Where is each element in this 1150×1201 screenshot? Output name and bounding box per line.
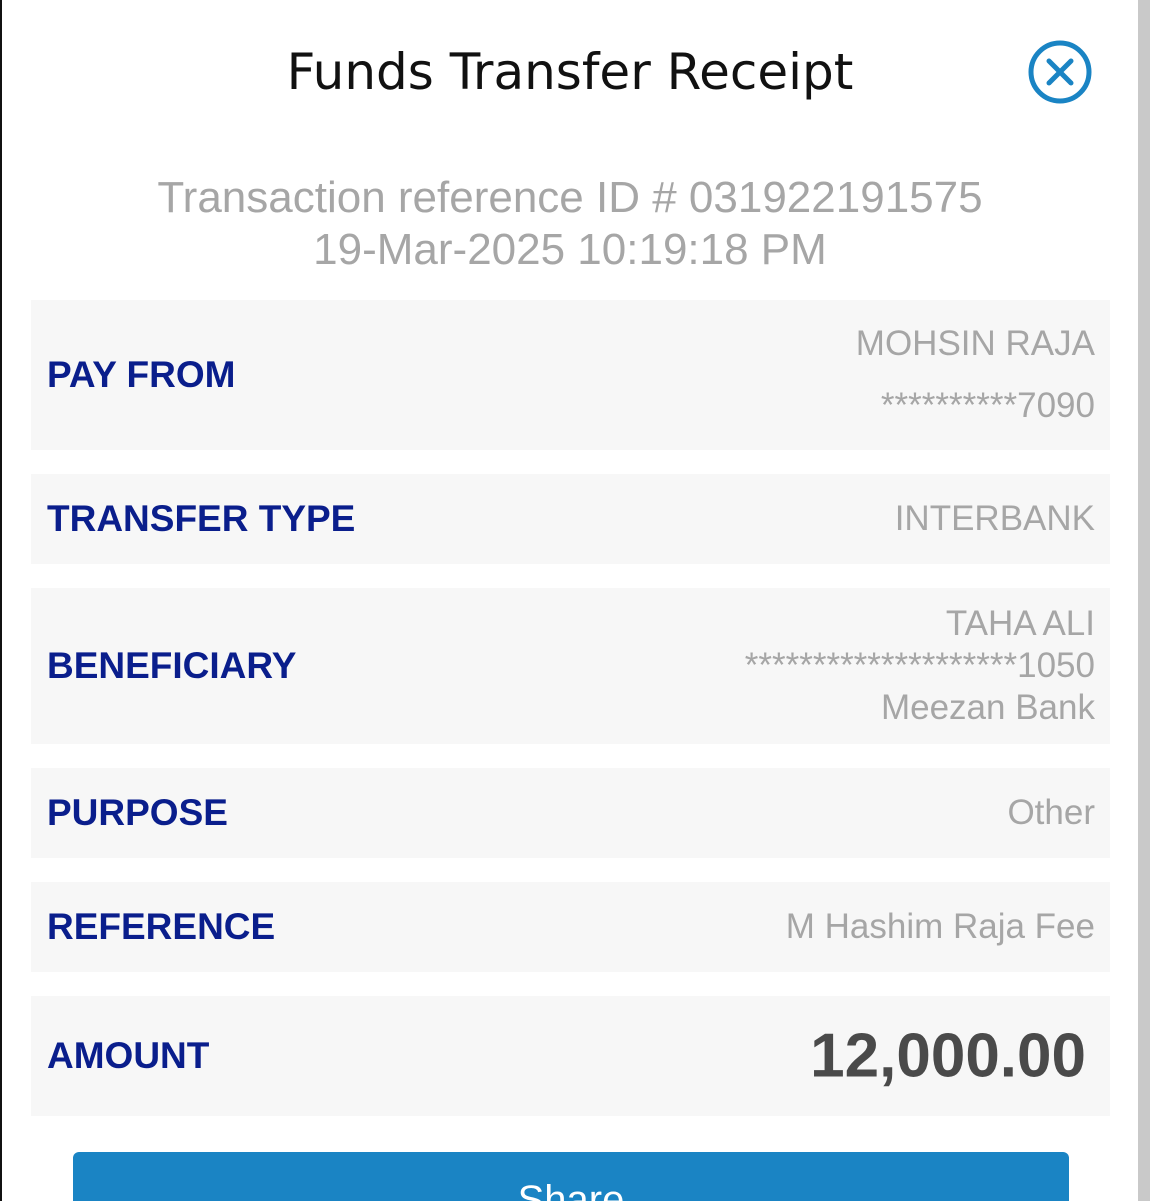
reference-row: REFERENCE M Hashim Raja Fee	[31, 882, 1110, 972]
transaction-reference: Transaction reference ID # 031922191575	[157, 173, 983, 222]
amount-value: 12,000.00	[810, 1021, 1086, 1091]
beneficiary-name: TAHA ALI	[945, 604, 1095, 643]
purpose-value: Other	[1007, 793, 1095, 832]
transfer-type-row: TRANSFER TYPE INTERBANK	[31, 474, 1110, 564]
transaction-datetime: 19-Mar-2025 10:19:18 PM	[313, 225, 827, 274]
beneficiary-account: ********************1050	[744, 646, 1095, 685]
share-button-label: Share	[517, 1178, 625, 1201]
pay-from-value: MOHSIN RAJA **********7090	[856, 324, 1095, 426]
close-circle-icon	[1028, 40, 1092, 104]
transaction-info: Transaction reference ID # 031922191575 …	[0, 172, 1140, 276]
purpose-row: PURPOSE Other	[31, 768, 1110, 858]
share-button[interactable]: Share	[73, 1152, 1069, 1201]
close-button[interactable]	[1028, 40, 1092, 104]
transfer-type-value: INTERBANK	[894, 499, 1095, 538]
pay-from-account: **********7090	[880, 386, 1095, 425]
amount-row: AMOUNT 12,000.00	[31, 996, 1110, 1116]
beneficiary-row: BENEFICIARY TAHA ALI *******************…	[31, 588, 1110, 744]
reference-value: M Hashim Raja Fee	[785, 907, 1095, 946]
amount-label: AMOUNT	[47, 1035, 210, 1076]
pay-from-row: PAY FROM MOHSIN RAJA **********7090	[31, 300, 1110, 450]
beneficiary-bank: Meezan Bank	[880, 688, 1095, 727]
beneficiary-label: BENEFICIARY	[47, 645, 297, 686]
pay-from-label: PAY FROM	[47, 354, 236, 395]
page-title: Funds Transfer Receipt	[286, 43, 854, 101]
reference-label: REFERENCE	[47, 906, 276, 947]
receipt-screen: Funds Transfer Receipt Transaction refer…	[0, 0, 1150, 1201]
beneficiary-value: TAHA ALI ********************1050 Meezan…	[745, 603, 1095, 729]
purpose-label: PURPOSE	[47, 792, 228, 833]
pay-from-name: MOHSIN RAJA	[855, 324, 1095, 363]
transfer-type-label: TRANSFER TYPE	[47, 498, 356, 539]
